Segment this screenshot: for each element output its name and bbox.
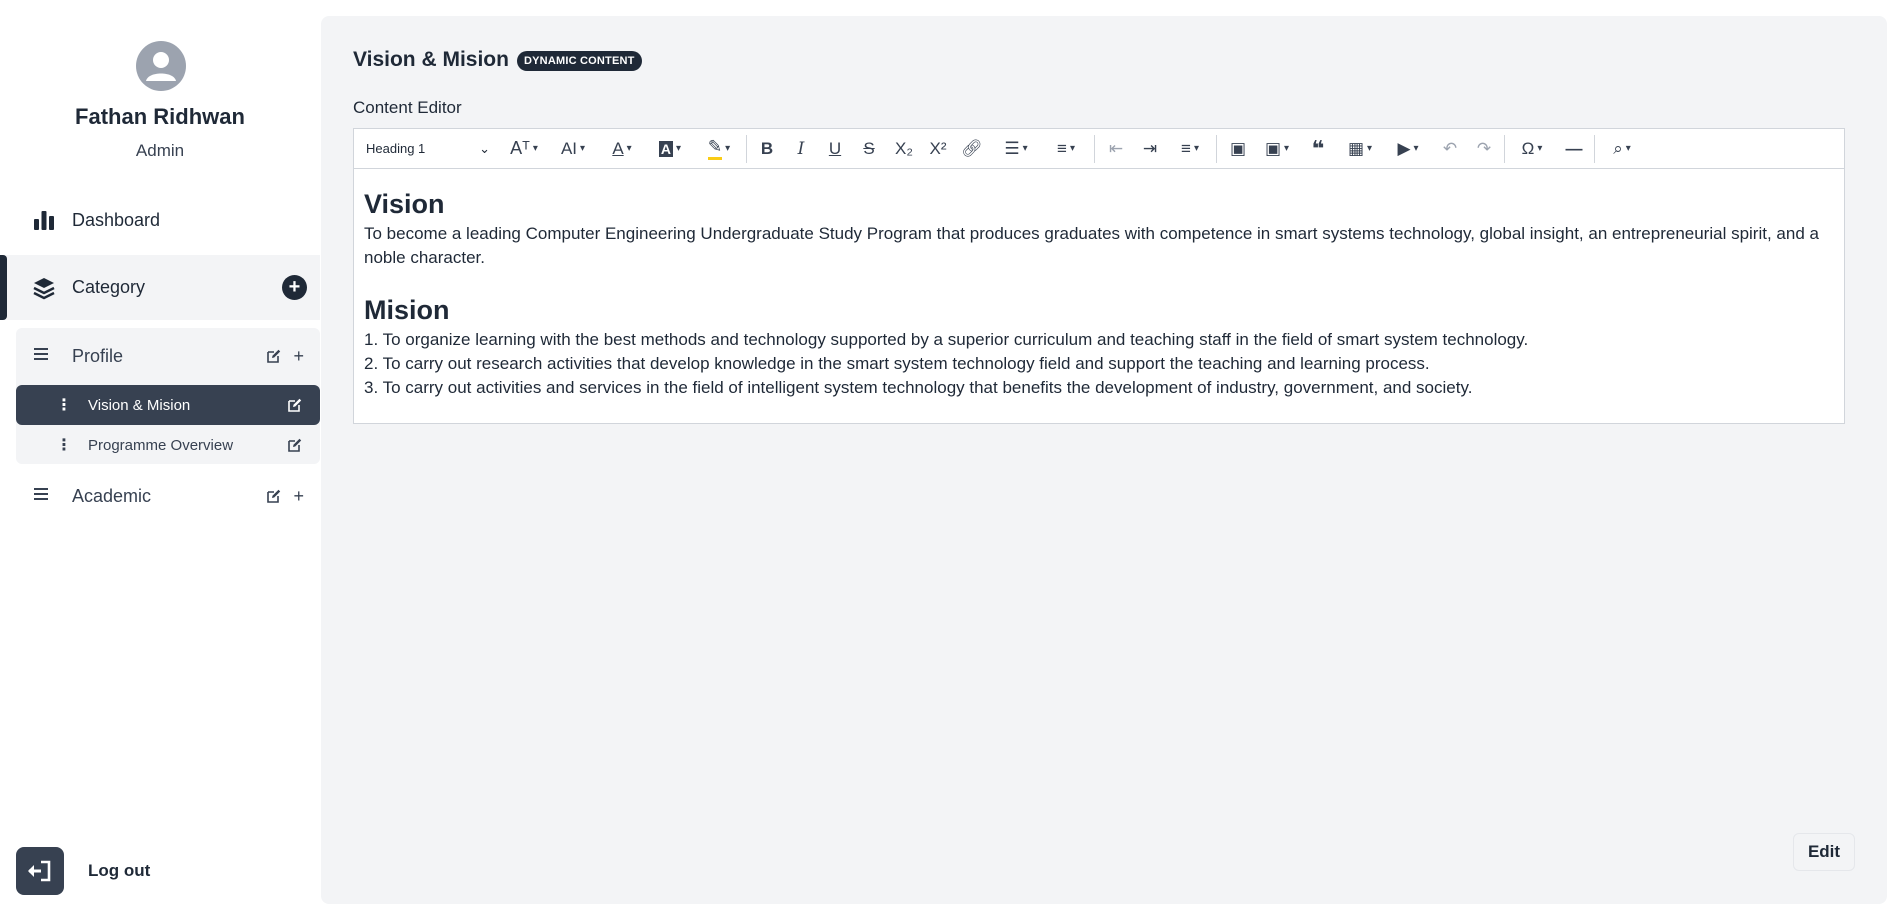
outdent-button[interactable]: ⇤ [1100, 129, 1132, 168]
editor-content[interactable]: Vision To become a leading Computer Engi… [364, 174, 1834, 400]
page-item-label: Vision & Mision [88, 396, 191, 414]
highlight-button[interactable]: ✎ ▾ [698, 129, 740, 168]
numbered-list-button[interactable]: ≡ ▾ [1044, 129, 1088, 168]
chevron-down-icon: ⌄ [479, 140, 490, 156]
group-academic[interactable]: Academic + [0, 476, 320, 516]
toolbar-separator [746, 135, 747, 163]
logout-button[interactable] [16, 847, 64, 895]
edit-icon[interactable] [288, 438, 302, 452]
undo-button[interactable]: ↶ [1434, 129, 1466, 168]
add-page-button[interactable]: + [293, 486, 304, 507]
redo-button[interactable]: ↷ [1468, 129, 1500, 168]
logout-icon [28, 860, 51, 882]
font-color-button[interactable]: A ▾ [602, 129, 642, 168]
horizontal-line-button[interactable]: — [1558, 129, 1590, 168]
toolbar-separator [1094, 135, 1095, 163]
logout-label[interactable]: Log out [88, 861, 150, 881]
add-category-button[interactable]: + [282, 275, 307, 300]
font-background-button[interactable]: A ▾ [650, 129, 690, 168]
subscript-button[interactable]: X₂ [888, 129, 920, 168]
editor-label: Content Editor [353, 98, 462, 117]
menu-icon [32, 486, 50, 507]
link-icon[interactable]: 🔗︎ [956, 129, 988, 168]
group-academic-label: Academic [72, 485, 152, 506]
underline-button[interactable]: U [820, 129, 850, 168]
toolbar-separator [1594, 135, 1595, 163]
indent-button[interactable]: ⇥ [1134, 129, 1166, 168]
strikethrough-button[interactable]: S [854, 129, 884, 168]
font-family-button[interactable]: AI ▾ [552, 129, 594, 168]
heading-select[interactable]: Heading 1 ⌄ [366, 129, 490, 168]
user-avatar-icon [136, 41, 186, 91]
sidebar: Fathan Ridhwan Admin Dashboard Category … [0, 0, 320, 918]
nav-category[interactable]: Category + [0, 255, 320, 320]
add-page-button[interactable]: + [293, 346, 304, 367]
toolbar-separator [1504, 135, 1505, 163]
edit-button[interactable]: Edit [1793, 833, 1855, 871]
font-size-button[interactable]: Aᵀ ▾ [504, 129, 544, 168]
main-panel: Vision & Mision DYNAMIC CONTENT Content … [321, 16, 1887, 904]
layers-icon [32, 276, 56, 300]
mission-item: 3. To carry out activities and services … [364, 378, 1473, 397]
mission-item: 1. To organize learning with the best me… [364, 330, 1529, 349]
nav-dashboard[interactable]: Dashboard [0, 199, 320, 241]
page-item-programme-overview[interactable]: ⋮ Programme Overview [16, 425, 320, 465]
page-item-label: Programme Overview [88, 436, 234, 454]
nav-category-label: Category [72, 277, 146, 297]
user-name: Fathan Ridhwan [75, 104, 245, 129]
table-button[interactable]: ▦ ▾ [1338, 129, 1382, 168]
editor-toolbar: Heading 1 ⌄ Aᵀ ▾ AI ▾ A ▾ A ▾ ✎ ▾ B I U S X₂ … [354, 129, 1844, 169]
bold-button[interactable]: B [752, 129, 782, 168]
vision-heading: Vision [364, 189, 445, 219]
group-profile[interactable]: Profile + [16, 336, 320, 376]
heading-select-value: Heading 1 [366, 141, 426, 156]
mission-item: 2. To carry out research activities that… [364, 354, 1430, 373]
align-button[interactable]: ≡ ▾ [1168, 129, 1212, 168]
toolbar-separator [1216, 135, 1217, 163]
mission-heading: Mision [364, 295, 450, 325]
italic-button[interactable]: I [786, 129, 816, 168]
page-item-vision-mision[interactable]: ⋮ Vision & Mision [16, 385, 320, 425]
media-embed-button[interactable]: ▶ ▾ [1386, 129, 1430, 168]
blockquote-button[interactable]: ❝ [1302, 129, 1334, 168]
kebab-icon[interactable]: ⋮ [56, 435, 72, 455]
status-badge: DYNAMIC CONTENT [517, 51, 642, 71]
image-icon[interactable]: ▣ [1222, 129, 1254, 168]
bulleted-list-button[interactable]: ☰ ▾ [994, 129, 1038, 168]
vision-text: To become a leading Computer Engineering… [364, 224, 1819, 267]
kebab-icon[interactable]: ⋮ [56, 395, 72, 415]
menu-icon [32, 346, 50, 367]
edit-icon[interactable] [267, 489, 281, 503]
group-profile-label: Profile [72, 345, 124, 366]
edit-icon[interactable] [288, 398, 302, 412]
page-title: Vision & Mision [353, 48, 509, 71]
edit-icon[interactable] [267, 349, 281, 363]
insert-image-button[interactable]: ▣ ▾ [1256, 129, 1298, 168]
content-editor[interactable]: Heading 1 ⌄ Aᵀ ▾ AI ▾ A ▾ A ▾ ✎ ▾ B I U S X₂ … [353, 128, 1845, 424]
find-replace-button[interactable]: ⌕ ▾ [1600, 129, 1644, 168]
user-role: Admin [135, 141, 185, 160]
special-characters-button[interactable]: Ω ▾ [1510, 129, 1554, 168]
superscript-button[interactable]: X² [922, 129, 954, 168]
nav-dashboard-label: Dashboard [72, 209, 161, 230]
bar-chart-icon [32, 208, 56, 232]
